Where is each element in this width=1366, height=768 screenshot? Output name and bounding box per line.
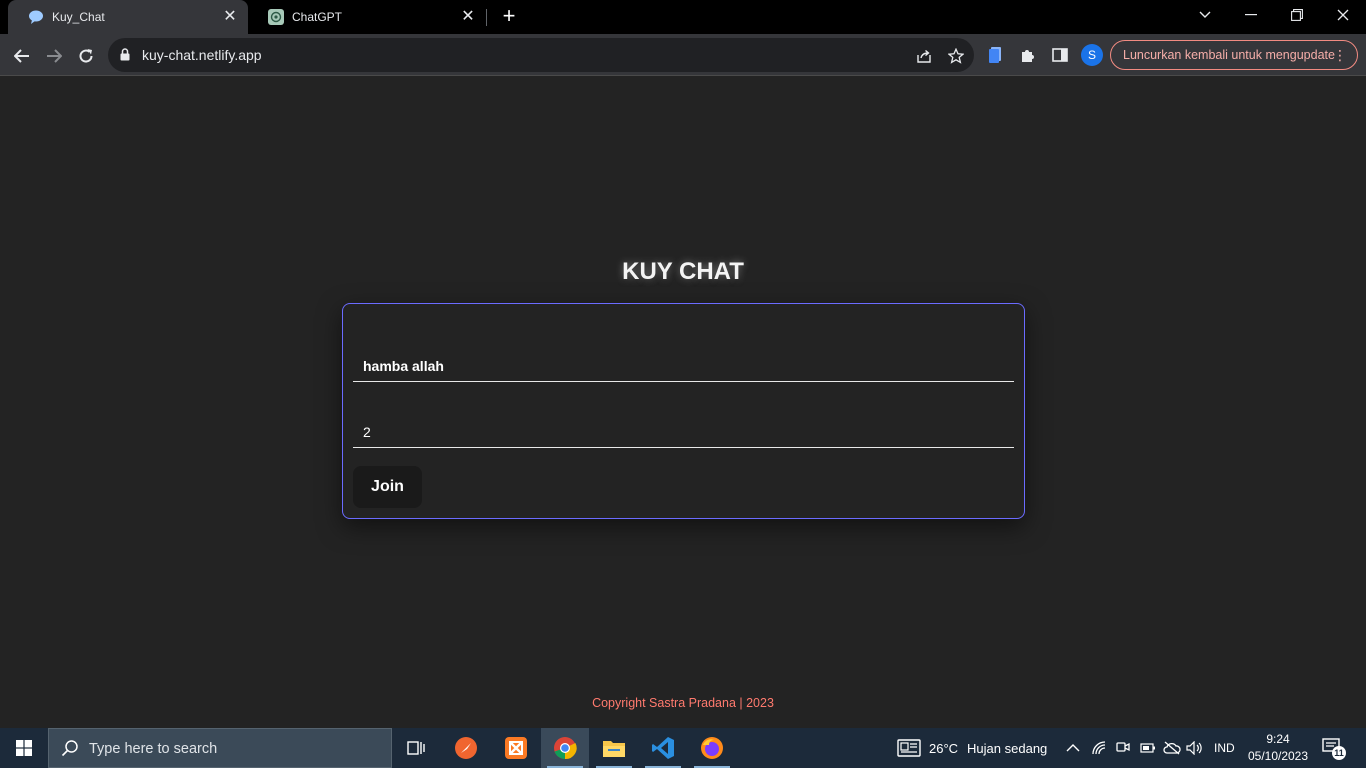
volume-icon[interactable] bbox=[1186, 728, 1204, 768]
onedrive-icon[interactable] bbox=[1163, 728, 1181, 768]
webcam-icon bbox=[1116, 742, 1130, 752]
taskbar-app-firefox[interactable] bbox=[688, 728, 736, 768]
extensions-puzzle-icon[interactable] bbox=[1017, 44, 1039, 66]
weather-text: Hujan sedang bbox=[967, 740, 1048, 756]
clock-time: 9:24 bbox=[1266, 732, 1290, 746]
new-tab-button[interactable]: + bbox=[498, 5, 520, 28]
page-content: KUY CHAT hamba allah 2 Join Copyright Sa… bbox=[0, 77, 1366, 728]
chevron-up-icon bbox=[1066, 744, 1080, 752]
username-input[interactable]: hamba allah bbox=[353, 352, 1014, 382]
task-view-icon bbox=[407, 741, 425, 755]
chrome-icon bbox=[554, 737, 577, 760]
taskbar-app-compass[interactable] bbox=[442, 728, 490, 768]
search-placeholder: Type here to search bbox=[89, 741, 218, 757]
notification-badge: 11 bbox=[1332, 746, 1346, 760]
join-button[interactable]: Join bbox=[353, 466, 422, 508]
more-menu-icon[interactable]: ⋮ bbox=[1333, 41, 1347, 69]
battery-icon[interactable] bbox=[1140, 728, 1156, 768]
firefox-icon bbox=[701, 737, 723, 759]
back-button[interactable] bbox=[8, 42, 36, 70]
compass-app-icon bbox=[455, 737, 477, 759]
taskbar-app-xampp[interactable] bbox=[492, 728, 540, 768]
forward-button[interactable] bbox=[40, 42, 68, 70]
join-form: hamba allah 2 Join bbox=[342, 303, 1025, 519]
taskbar-search-box[interactable]: Type here to search bbox=[48, 728, 392, 768]
tab-title: ChatGPT bbox=[292, 10, 343, 24]
news-weather-icon bbox=[897, 739, 921, 757]
restore-button[interactable] bbox=[1274, 0, 1320, 30]
tab-chatgpt[interactable]: ChatGPT ✕ bbox=[248, 0, 486, 34]
xampp-icon bbox=[505, 737, 527, 759]
tab-strip: Kuy_Chat ✕ ChatGPT ✕ + bbox=[0, 0, 1366, 34]
chatgpt-logo-icon bbox=[268, 9, 284, 25]
lock-icon[interactable] bbox=[120, 48, 130, 66]
tab-title: Kuy_Chat bbox=[52, 10, 105, 24]
clock-date: 05/10/2023 bbox=[1247, 749, 1309, 763]
reload-button[interactable] bbox=[72, 42, 100, 70]
meet-now-icon[interactable] bbox=[1116, 728, 1130, 768]
notification-center-button[interactable]: 11 bbox=[1322, 738, 1346, 760]
side-panel-icon[interactable] bbox=[1049, 44, 1071, 66]
close-tab-icon[interactable]: ✕ bbox=[460, 9, 476, 25]
cloud-offline-icon bbox=[1163, 741, 1181, 755]
tab-separator bbox=[486, 9, 487, 26]
extension-docs-icon[interactable] bbox=[985, 44, 1007, 66]
speaker-icon bbox=[1186, 741, 1202, 755]
taskbar-app-vscode[interactable] bbox=[639, 728, 687, 768]
room-input[interactable]: 2 bbox=[353, 418, 1014, 448]
show-hidden-icons[interactable] bbox=[1066, 728, 1080, 768]
weather-temp: 26°C bbox=[929, 740, 959, 756]
vscode-icon bbox=[652, 737, 674, 759]
network-icon[interactable] bbox=[1092, 728, 1108, 768]
battery-charging-icon bbox=[1140, 743, 1155, 753]
system-clock[interactable]: 9:24 05/10/2023 bbox=[1244, 731, 1312, 765]
wifi-icon bbox=[1092, 741, 1106, 755]
close-window-button[interactable] bbox=[1320, 0, 1366, 30]
taskbar-app-file-explorer[interactable] bbox=[590, 728, 638, 768]
profile-avatar[interactable]: S bbox=[1081, 44, 1103, 66]
folder-icon bbox=[603, 741, 625, 757]
weather-widget[interactable]: 26°C Hujan sedang bbox=[897, 728, 1047, 768]
tab-search-button[interactable] bbox=[1182, 0, 1228, 30]
address-bar[interactable]: kuy-chat.netlify.app bbox=[108, 38, 974, 72]
relaunch-update-button[interactable]: Luncurkan kembali untuk mengupdate ⋮ bbox=[1110, 40, 1358, 70]
bookmark-star-icon[interactable] bbox=[946, 46, 966, 66]
minimize-button[interactable] bbox=[1228, 0, 1274, 30]
url-text: kuy-chat.netlify.app bbox=[142, 47, 262, 63]
start-button[interactable] bbox=[0, 728, 48, 768]
language-indicator[interactable]: IND bbox=[1214, 728, 1235, 768]
copyright-footer: Copyright Sastra Pradana | 2023 bbox=[592, 696, 774, 710]
windows-taskbar: Type here to search 26°C Hujan sedang IN… bbox=[0, 728, 1366, 768]
search-icon bbox=[61, 739, 79, 762]
browser-toolbar: kuy-chat.netlify.app S Luncurkan kembali… bbox=[0, 34, 1366, 76]
task-view-button[interactable] bbox=[392, 728, 440, 768]
page-title: KUY CHAT bbox=[622, 258, 744, 285]
chat-bubble-icon bbox=[28, 9, 44, 25]
close-tab-icon[interactable]: ✕ bbox=[222, 9, 238, 25]
windows-logo-icon bbox=[16, 740, 32, 756]
share-icon[interactable] bbox=[914, 46, 934, 66]
taskbar-app-chrome[interactable] bbox=[541, 728, 589, 768]
update-label: Luncurkan kembali untuk mengupdate bbox=[1123, 48, 1335, 62]
tab-kuy-chat[interactable]: Kuy_Chat ✕ bbox=[8, 0, 248, 34]
